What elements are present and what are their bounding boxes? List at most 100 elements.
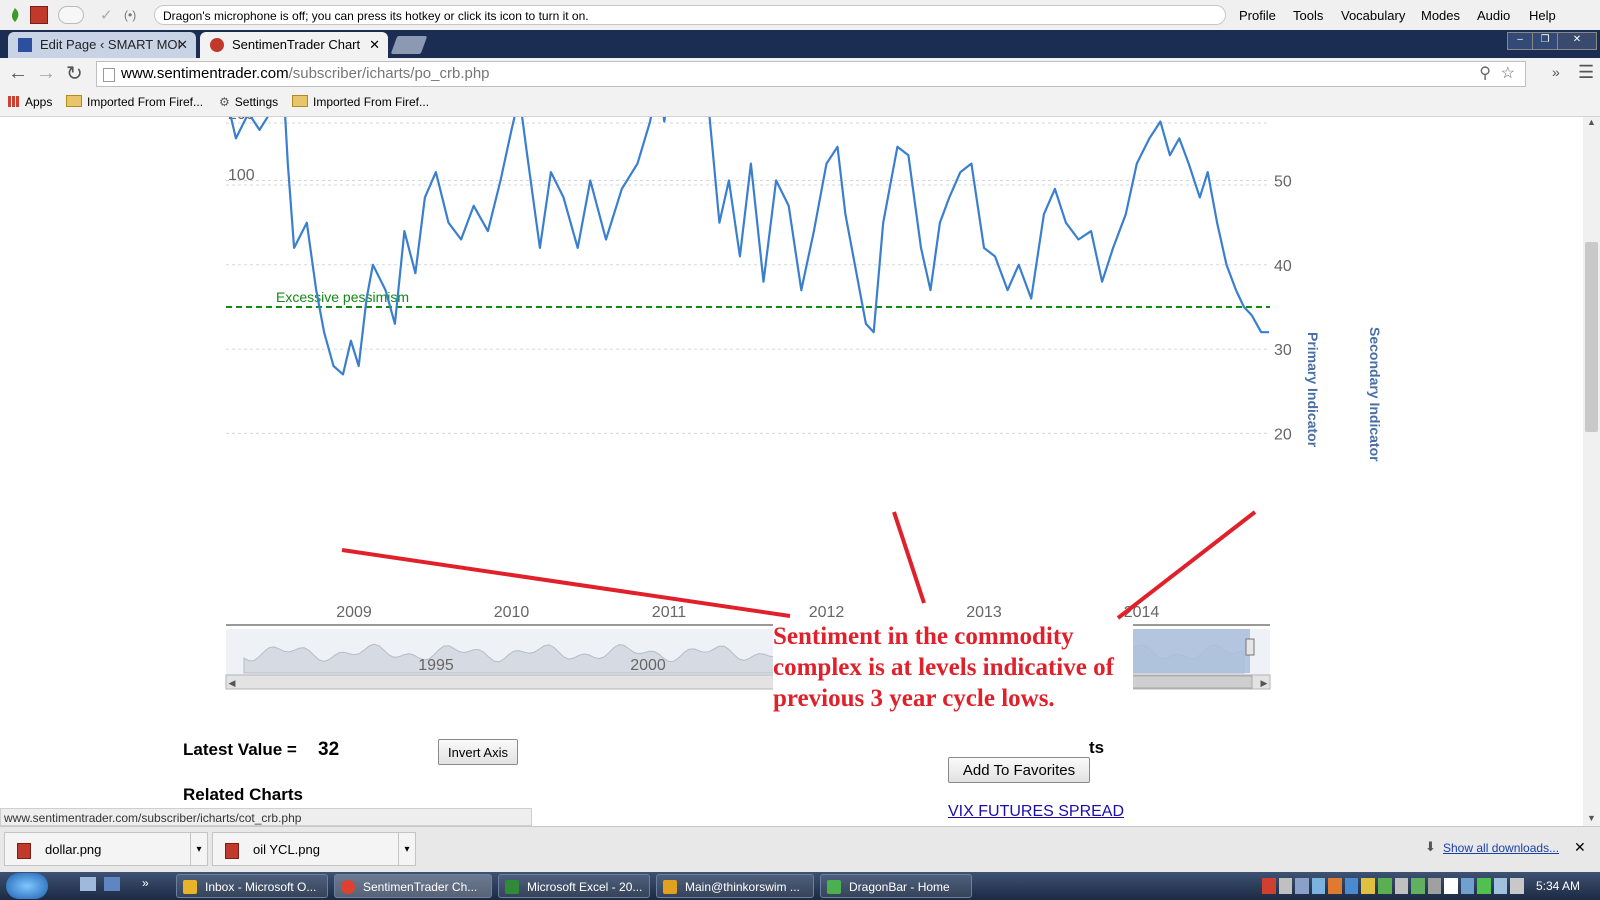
x-tick-label: 2013 — [966, 604, 1002, 621]
dragon-status-message: Dragon's microphone is off; you can pres… — [154, 5, 1226, 25]
chrome-icon — [341, 880, 355, 894]
excel-icon — [505, 880, 519, 894]
taskbar-item-label: Microsoft Excel - 20... — [527, 880, 643, 894]
vix-futures-spread-link[interactable]: VIX FUTURES SPREAD — [948, 803, 1124, 821]
x-tick-label: 2012 — [809, 604, 845, 621]
y-tick-label: 50 — [1274, 174, 1292, 191]
close-tab-icon[interactable]: ✕ — [177, 32, 188, 58]
top-axis-tick-label: 100 — [228, 167, 255, 184]
bookmark-apps[interactable]: Apps — [8, 95, 52, 109]
zoom-icon[interactable]: ⚲ — [1479, 62, 1491, 86]
y-tick-label: 40 — [1274, 258, 1292, 275]
thinkorswim-icon — [663, 880, 677, 894]
reload-icon[interactable]: ↻ — [66, 61, 83, 86]
scroll-left-arrow-icon: ◀ — [229, 678, 236, 688]
annotation-text: Sentiment in the commodity complex is at… — [773, 621, 1133, 714]
bookmark-label: Settings — [234, 95, 279, 109]
windows-taskbar: » Inbox - Microsoft O... SentimenTrader … — [0, 872, 1600, 900]
sentiment-series-line — [229, 117, 1270, 376]
invert-axis-button[interactable]: Invert Axis — [438, 739, 518, 765]
url-domain: www.sentimentrader.com — [121, 65, 289, 82]
navigator-handle — [1245, 638, 1255, 656]
bookmark-settings[interactable]: ⚙ Settings — [219, 95, 278, 109]
scrollbar-thumb[interactable] — [1585, 242, 1598, 432]
taskbar-item-label: SentimenTrader Ch... — [363, 880, 478, 894]
close-window-button[interactable]: ✕ — [1557, 32, 1597, 50]
microphone-toggle-icon[interactable] — [58, 6, 84, 24]
latest-value-label: Latest Value = — [183, 740, 297, 759]
scroll-up-arrow-icon[interactable]: ▲ — [1587, 117, 1596, 127]
dragon-menu-profile[interactable]: Profile — [1239, 8, 1276, 23]
forward-arrow-icon[interactable]: → — [36, 62, 56, 85]
tab-edit-page[interactable]: Edit Page ‹ SMART MONE ✕ — [8, 32, 196, 58]
outlook-icon — [183, 880, 197, 894]
switch-windows-icon[interactable] — [104, 877, 120, 891]
download-options-arrow-icon[interactable]: ▾ — [398, 833, 415, 865]
navigator-tick-label: 1995 — [418, 657, 454, 674]
folder-icon — [292, 95, 308, 107]
download-item[interactable]: dollar.png ▾ — [4, 832, 208, 866]
bookmark-folder-imported-1[interactable]: Imported From Firef... — [66, 95, 203, 109]
download-options-arrow-icon[interactable]: ▾ — [190, 833, 207, 865]
taskbar-item-label: Main@thinkorswim ... — [685, 880, 800, 894]
taskbar-item-dragonbar[interactable]: DragonBar - Home — [820, 874, 972, 898]
dragon-bar: ✓ (•) Dragon's microphone is off; you ca… — [0, 0, 1600, 31]
taskbar-item-excel[interactable]: Microsoft Excel - 20... — [498, 874, 650, 898]
image-file-icon — [225, 843, 239, 859]
download-item[interactable]: oil YCL.png ▾ — [212, 832, 416, 866]
status-bar-url: www.sentimentrader.com/subscriber/ichart… — [0, 808, 532, 826]
bookmark-label: Imported From Firef... — [87, 95, 204, 109]
primary-axis-title: Primary Indicator — [1305, 332, 1321, 448]
bookmark-star-icon[interactable]: ☆ — [1501, 62, 1515, 86]
new-tab-button[interactable] — [390, 36, 428, 54]
latest-value: 32 — [318, 739, 340, 760]
tab-label: SentimenTrader Chart — [232, 37, 361, 52]
page-icon — [103, 68, 115, 82]
back-arrow-icon[interactable]: ← — [8, 62, 28, 85]
dragon-flame-icon[interactable] — [6, 6, 24, 24]
browser-toolbar: ← → ↻ www.sentimentrader.com/subscriber/… — [0, 58, 1600, 90]
show-desktop-icon[interactable] — [80, 877, 96, 891]
extensions-overflow-icon[interactable]: » — [1552, 64, 1560, 80]
taskbar-clock[interactable]: 5:34 AM — [1536, 879, 1580, 893]
quick-launch-overflow-icon[interactable]: » — [142, 876, 149, 890]
checkmark-icon[interactable]: ✓ — [100, 6, 118, 24]
bookmark-folder-imported-2[interactable]: Imported From Firef... — [292, 95, 429, 109]
audio-signal-icon[interactable]: (•) — [124, 8, 142, 26]
scroll-down-arrow-icon[interactable]: ▼ — [1587, 813, 1596, 823]
taskbar-item-label: DragonBar - Home — [849, 880, 950, 894]
chrome-menu-icon[interactable]: ☰ — [1578, 62, 1594, 83]
dragon-menu-modes[interactable]: Modes — [1421, 8, 1460, 23]
add-to-favorites-button[interactable]: Add To Favorites — [948, 757, 1090, 783]
tab-sentimentrader-chart[interactable]: SentimenTrader Chart ✕ — [200, 32, 388, 58]
taskbar-item-outlook[interactable]: Inbox - Microsoft O... — [176, 874, 328, 898]
taskbar-item-thinkorswim[interactable]: Main@thinkorswim ... — [656, 874, 814, 898]
dragon-menu-vocabulary[interactable]: Vocabulary — [1341, 8, 1405, 23]
charts-heading-tail: ts — [1089, 738, 1105, 757]
taskbar-item-chrome[interactable]: SentimenTrader Ch... — [334, 874, 492, 898]
close-tab-icon[interactable]: ✕ — [369, 32, 380, 58]
tab-strip: Edit Page ‹ SMART MONE ✕ SentimenTrader … — [0, 30, 1600, 58]
sentimentrader-favicon-icon — [210, 38, 224, 52]
y-tick-label: 30 — [1274, 342, 1292, 359]
dragon-icon — [827, 880, 841, 894]
windows-start-orb-icon[interactable] — [6, 873, 48, 899]
taskbar-item-label: Inbox - Microsoft O... — [205, 880, 317, 894]
page-scrollbar[interactable]: ▲ ▼ — [1583, 117, 1600, 826]
x-tick-label: 2011 — [652, 604, 687, 621]
minimize-window-button[interactable]: – — [1507, 32, 1533, 50]
dragon-menu-audio[interactable]: Audio — [1477, 8, 1510, 23]
image-file-icon — [17, 843, 31, 859]
show-all-downloads-link[interactable]: Show all downloads... — [1443, 841, 1559, 855]
close-downloads-bar-icon[interactable]: ✕ — [1574, 839, 1586, 856]
dragon-menu-tools[interactable]: Tools — [1293, 8, 1323, 23]
y-tick-label: 20 — [1274, 426, 1292, 443]
x-tick-label: 2010 — [494, 604, 530, 621]
navigator-tick-label: 2000 — [630, 657, 666, 674]
scroll-right-arrow-icon: ▶ — [1261, 678, 1268, 688]
restore-window-button[interactable]: ❐ — [1532, 32, 1558, 50]
dragon-record-icon[interactable] — [30, 6, 48, 24]
dragon-menu-help[interactable]: Help — [1529, 8, 1556, 23]
address-bar[interactable]: www.sentimentrader.com/subscriber/ichart… — [96, 61, 1526, 87]
system-tray-icons[interactable] — [1262, 878, 1524, 894]
